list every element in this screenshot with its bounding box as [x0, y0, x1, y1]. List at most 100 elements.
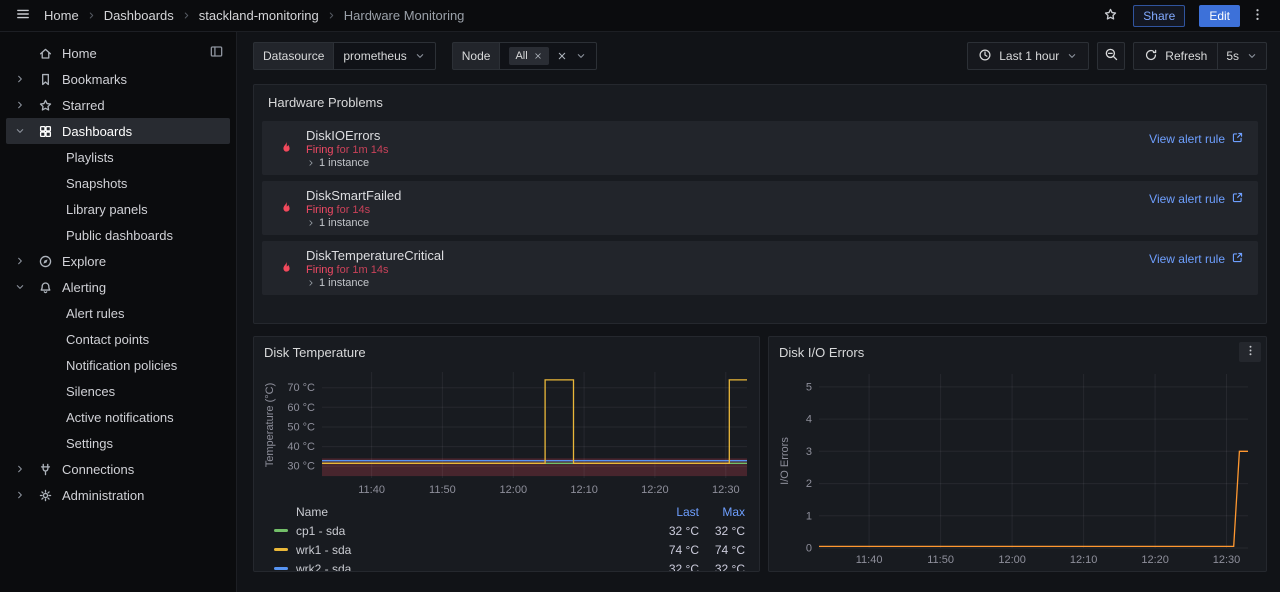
view-alert-rule-link[interactable]: View alert rule — [1149, 251, 1244, 267]
sidebar-item-administration[interactable]: Administration — [6, 482, 230, 508]
dock-icon — [209, 44, 224, 62]
sidebar-item-label: Starred — [62, 98, 105, 113]
node-chip-label: All — [515, 50, 527, 62]
series-last-value: 32 °C — [643, 562, 699, 573]
zoom-out-button[interactable] — [1097, 42, 1125, 70]
datasource-picker[interactable]: prometheus — [333, 42, 435, 70]
legend-row[interactable]: wrk2 - sda 32 °C 32 °C — [262, 559, 751, 572]
sidebar-item-alerting[interactable]: Alerting — [6, 274, 230, 300]
breadcrumb-folder[interactable]: stackland-monitoring — [199, 8, 319, 23]
sidebar-item-label: Silences — [66, 384, 115, 399]
legend-row[interactable]: wrk1 - sda 74 °C 74 °C — [262, 540, 751, 559]
chevron-down-icon[interactable] — [8, 125, 32, 137]
alert-instances-toggle[interactable]: 1 instance — [306, 157, 388, 169]
sidebar-item-starred[interactable]: Starred — [6, 92, 230, 118]
edit-button[interactable]: Edit — [1199, 5, 1240, 27]
dashboard-more-button[interactable] — [1244, 3, 1270, 29]
alert-name: DiskIOErrors — [306, 128, 388, 143]
chevron-right-icon — [306, 278, 316, 288]
alert-info: DiskIOErrors Firingfor 1m 14s 1 instance — [306, 128, 388, 169]
panel-title: Hardware Problems — [260, 93, 1260, 121]
chevron-right-icon[interactable] — [8, 463, 32, 475]
svg-text:11:50: 11:50 — [429, 484, 456, 496]
chevron-right-icon[interactable] — [8, 99, 32, 111]
view-alert-rule-link[interactable]: View alert rule — [1149, 131, 1244, 147]
disk-io-errors-chart[interactable]: 01234511:4011:5012:0012:1012:2012:30I/O … — [777, 366, 1258, 572]
sidebar-item-bookmarks[interactable]: Bookmarks — [6, 66, 230, 92]
svg-text:60 °C: 60 °C — [287, 402, 315, 414]
panel-menu-button[interactable] — [1239, 342, 1261, 362]
svg-text:1: 1 — [806, 510, 812, 522]
alert-row-diskioerrors: DiskIOErrors Firingfor 1m 14s 1 instance… — [262, 121, 1258, 175]
share-button[interactable]: Share — [1133, 5, 1185, 27]
sidebar-item-home[interactable]: Home — [6, 40, 230, 66]
disk-temperature-panel: Disk Temperature 30 °C40 °C50 °C60 °C70 … — [253, 336, 760, 572]
dashboard-controls: Datasource prometheus Node All — [253, 42, 1267, 70]
chevron-right-icon[interactable] — [8, 255, 32, 267]
legend-col-last[interactable]: Last — [643, 505, 699, 519]
sidebar-item-label: Playlists — [66, 150, 114, 165]
menu-button[interactable] — [10, 3, 36, 29]
alert-state: Firingfor 1m 14s — [306, 144, 388, 156]
series-name[interactable]: cp1 - sda — [296, 524, 345, 538]
sidebar-item-playlists[interactable]: Playlists — [6, 144, 230, 170]
legend-row[interactable]: cp1 - sda 32 °C 32 °C — [262, 521, 751, 540]
external-link-icon — [1231, 131, 1244, 147]
sidebar-item-dashboards[interactable]: Dashboards — [6, 118, 230, 144]
sidebar-item-active-notifications[interactable]: Active notifications — [6, 404, 230, 430]
main-content: Datasource prometheus Node All — [237, 32, 1280, 592]
svg-text:12:30: 12:30 — [1213, 554, 1241, 566]
legend-col-max[interactable]: Max — [699, 505, 745, 519]
series-name[interactable]: wrk2 - sda — [296, 562, 351, 573]
alert-name: DiskSmartFailed — [306, 188, 401, 203]
breadcrumb-home[interactable]: Home — [44, 8, 79, 23]
sidebar-item-explore[interactable]: Explore — [6, 248, 230, 274]
refresh-group: Refresh 5s — [1133, 42, 1267, 70]
sidebar-item-public-dashboards[interactable]: Public dashboards — [6, 222, 230, 248]
sidebar-item-label: Dashboards — [62, 124, 132, 139]
sidebar-item-settings[interactable]: Settings — [6, 430, 230, 456]
sidebar-item-snapshots[interactable]: Snapshots — [6, 170, 230, 196]
sidebar-item-connections[interactable]: Connections — [6, 456, 230, 482]
sidebar-item-label: Explore — [62, 254, 106, 269]
chevron-right-icon[interactable] — [8, 489, 32, 501]
clear-selection-icon[interactable] — [556, 50, 568, 62]
sidebar-item-library-panels[interactable]: Library panels — [6, 196, 230, 222]
close-icon[interactable] — [533, 51, 543, 61]
series-max-value: 32 °C — [699, 562, 745, 573]
series-color-swatch — [274, 567, 288, 570]
star-icon — [32, 98, 58, 113]
cog-icon — [32, 488, 58, 503]
refresh-button[interactable]: Refresh — [1133, 42, 1218, 70]
star-dashboard-button[interactable] — [1097, 3, 1123, 29]
sidebar-item-silences[interactable]: Silences — [6, 378, 230, 404]
chevron-right-icon[interactable] — [8, 73, 32, 85]
series-color-swatch — [274, 529, 288, 532]
sidebar-item-label: Snapshots — [66, 176, 127, 191]
dock-menu-button[interactable] — [209, 44, 224, 62]
alert-instances-toggle[interactable]: 1 instance — [306, 217, 401, 229]
legend-col-name[interactable]: Name — [274, 505, 643, 519]
view-alert-rule-link[interactable]: View alert rule — [1149, 191, 1244, 207]
chevron-down-icon[interactable] — [8, 281, 32, 293]
refresh-interval-value: 5s — [1226, 49, 1239, 63]
disk-temperature-chart[interactable]: 30 °C40 °C50 °C60 °C70 °C11:4011:5012:00… — [262, 366, 751, 501]
breadcrumb-dashboards[interactable]: Dashboards — [104, 8, 174, 23]
sidebar-item-contact-points[interactable]: Contact points — [6, 326, 230, 352]
series-last-value: 32 °C — [643, 524, 699, 538]
svg-text:I/O Errors: I/O Errors — [779, 437, 791, 485]
sidebar-item-label: Settings — [66, 436, 113, 451]
legend-header: Name Last Max — [262, 503, 751, 521]
node-picker[interactable]: All — [499, 42, 596, 70]
chevron-right-icon — [326, 10, 337, 21]
sidebar-item-notification-policies[interactable]: Notification policies — [6, 352, 230, 378]
alert-instances-toggle[interactable]: 1 instance — [306, 277, 444, 289]
sidebar-item-alert-rules[interactable]: Alert rules — [6, 300, 230, 326]
series-name[interactable]: wrk1 - sda — [296, 543, 351, 557]
refresh-interval-picker[interactable]: 5s — [1217, 42, 1267, 70]
time-range-picker[interactable]: Last 1 hour — [967, 42, 1089, 70]
series-color-swatch — [274, 548, 288, 551]
refresh-icon — [1144, 48, 1158, 65]
svg-text:30 °C: 30 °C — [287, 461, 315, 473]
node-chip-all[interactable]: All — [509, 47, 548, 65]
